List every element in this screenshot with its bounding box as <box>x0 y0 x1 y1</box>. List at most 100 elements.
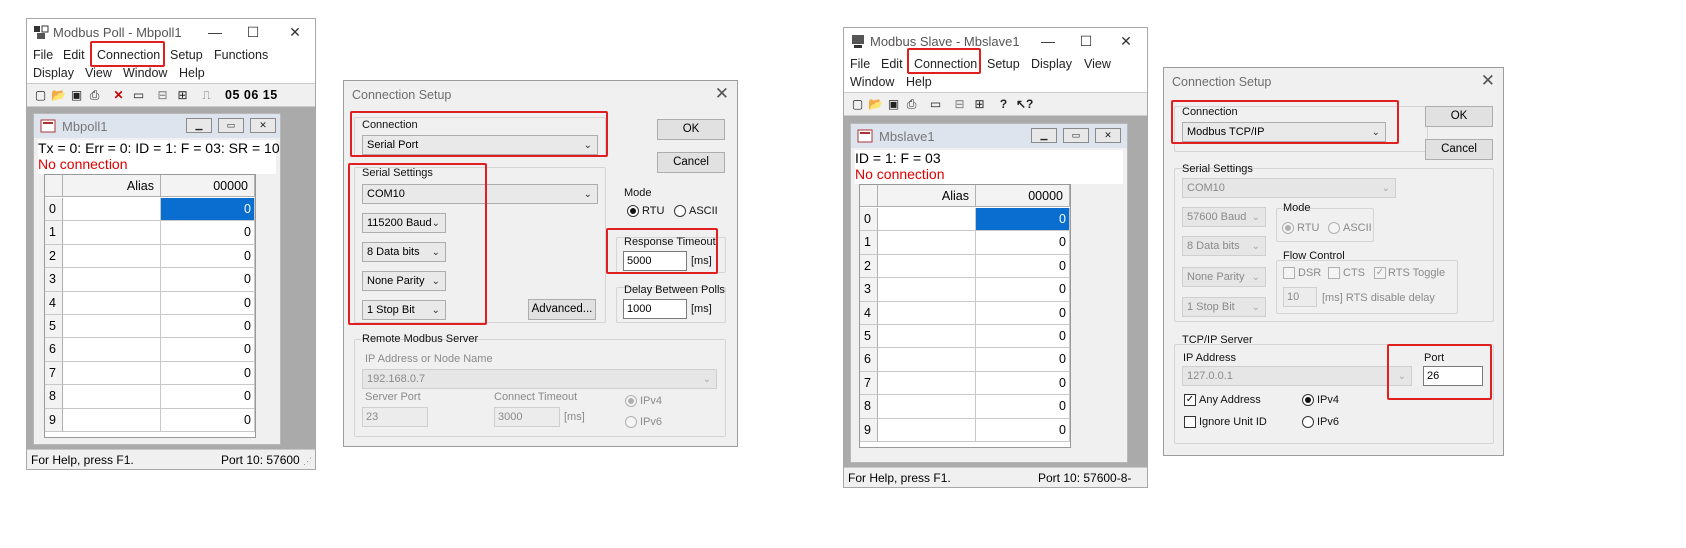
row-number[interactable]: 4 <box>45 291 63 315</box>
menu-file[interactable]: File <box>850 57 870 71</box>
alias-cell[interactable] <box>63 338 161 362</box>
open-icon[interactable]: 📂 <box>868 97 883 112</box>
register-value-cell[interactable]: 0 <box>161 315 255 339</box>
child-maximize-button[interactable]: ▭ <box>218 118 244 133</box>
alias-cell[interactable] <box>878 395 976 419</box>
register-value-cell[interactable]: 0 <box>976 254 1070 279</box>
row-number[interactable]: 9 <box>860 418 878 442</box>
address-column-header[interactable]: 00000 <box>976 185 1070 207</box>
alias-cell[interactable] <box>63 244 161 269</box>
row-number[interactable]: 4 <box>860 301 878 325</box>
help-icon[interactable]: ? <box>996 97 1011 112</box>
register-value-cell[interactable]: 0 <box>161 198 255 222</box>
row-number[interactable]: 1 <box>860 231 878 255</box>
menu-help[interactable]: Help <box>179 66 205 80</box>
child-close-button[interactable]: ✕ <box>1095 128 1121 143</box>
row-number[interactable]: 2 <box>45 244 63 269</box>
child-close-button[interactable]: ✕ <box>250 118 276 133</box>
menu-setup[interactable]: Setup <box>987 57 1020 71</box>
row-number[interactable]: 6 <box>860 348 878 372</box>
network-icon[interactable]: ⊟ <box>952 97 967 112</box>
minimize-button[interactable]: — <box>203 22 227 42</box>
alias-column-header[interactable]: Alias <box>878 185 976 207</box>
disconnect-icon[interactable]: ✕ <box>111 88 126 103</box>
resize-grip-icon[interactable]: ⋰ <box>303 456 312 467</box>
row-number[interactable]: 6 <box>45 338 63 362</box>
any-address-checkbox[interactable]: ✓ <box>1184 394 1196 406</box>
menu-view[interactable]: View <box>1084 57 1111 71</box>
register-value-cell[interactable]: 0 <box>976 395 1070 419</box>
ipv6-radio[interactable] <box>1302 416 1314 428</box>
menu-edit[interactable]: Edit <box>63 48 85 62</box>
save-icon[interactable]: ▣ <box>886 97 901 112</box>
register-value-cell[interactable]: 0 <box>976 325 1070 349</box>
menu-file[interactable]: File <box>33 48 53 62</box>
alias-cell[interactable] <box>878 418 976 442</box>
alias-cell[interactable] <box>63 268 161 292</box>
row-number[interactable]: 7 <box>860 371 878 396</box>
register-value-cell[interactable]: 0 <box>976 348 1070 372</box>
window-icon[interactable]: ▭ <box>928 97 943 112</box>
alias-cell[interactable] <box>63 198 161 222</box>
ipv4-radio[interactable] <box>1302 394 1314 406</box>
maximize-button[interactable]: ☐ <box>241 22 265 42</box>
pulse-icon[interactable]: ⎍ <box>199 88 214 103</box>
register-value-cell[interactable]: 0 <box>161 338 255 362</box>
print-icon[interactable]: ⎙ <box>87 88 102 103</box>
register-value-cell[interactable]: 0 <box>976 208 1070 232</box>
alias-cell[interactable] <box>878 254 976 279</box>
row-number[interactable]: 5 <box>860 325 878 349</box>
menu-view[interactable]: View <box>85 66 112 80</box>
ascii-radio[interactable] <box>674 205 686 217</box>
row-number[interactable]: 7 <box>45 361 63 386</box>
register-value-cell[interactable]: 0 <box>976 278 1070 302</box>
register-value-cell[interactable]: 0 <box>976 231 1070 255</box>
printer-icon[interactable]: ⊞ <box>175 88 190 103</box>
rtu-radio[interactable] <box>627 205 639 217</box>
alias-cell[interactable] <box>878 348 976 372</box>
register-value-cell[interactable]: 0 <box>161 221 255 245</box>
context-help-icon[interactable]: ↖? <box>1016 97 1033 112</box>
dialog-close-icon[interactable]: ✕ <box>1481 71 1495 91</box>
alias-cell[interactable] <box>63 221 161 245</box>
menu-help[interactable]: Help <box>906 75 932 89</box>
open-icon[interactable]: 📂 <box>51 88 66 103</box>
minimize-button[interactable]: — <box>1036 31 1060 51</box>
alias-cell[interactable] <box>63 361 161 386</box>
alias-cell[interactable] <box>878 325 976 349</box>
child-minimize-button[interactable]: ▁ <box>186 118 212 133</box>
menu-display[interactable]: Display <box>33 66 74 80</box>
row-number[interactable]: 5 <box>45 315 63 339</box>
cancel-button[interactable]: Cancel <box>657 152 725 173</box>
close-button[interactable]: ✕ <box>283 22 307 42</box>
delay-input[interactable]: 1000 <box>623 299 687 319</box>
alias-cell[interactable] <box>878 231 976 255</box>
register-value-cell[interactable]: 0 <box>976 371 1070 396</box>
close-button[interactable]: ✕ <box>1114 31 1138 51</box>
row-number[interactable]: 0 <box>860 208 878 232</box>
row-number[interactable]: 3 <box>860 278 878 302</box>
row-number[interactable]: 9 <box>45 408 63 432</box>
menu-edit[interactable]: Edit <box>881 57 903 71</box>
dialog-close-icon[interactable]: ✕ <box>715 84 729 104</box>
register-value-cell[interactable]: 0 <box>161 385 255 409</box>
window-icon[interactable]: ▭ <box>131 88 146 103</box>
child-maximize-button[interactable]: ▭ <box>1063 128 1089 143</box>
maximize-button[interactable]: ☐ <box>1074 31 1098 51</box>
alias-cell[interactable] <box>63 291 161 315</box>
row-number[interactable]: 8 <box>860 395 878 419</box>
register-value-cell[interactable]: 0 <box>976 301 1070 325</box>
alias-cell[interactable] <box>878 371 976 396</box>
register-value-cell[interactable]: 0 <box>161 361 255 386</box>
register-value-cell[interactable]: 0 <box>161 244 255 269</box>
register-value-cell[interactable]: 0 <box>976 418 1070 442</box>
row-number[interactable]: 0 <box>45 198 63 222</box>
register-value-cell[interactable]: 0 <box>161 408 255 432</box>
print-icon[interactable]: ⎙ <box>904 97 919 112</box>
alias-column-header[interactable]: Alias <box>63 175 161 197</box>
menu-window[interactable]: Window <box>123 66 167 80</box>
alias-cell[interactable] <box>878 278 976 302</box>
new-icon[interactable]: ▢ <box>850 97 865 112</box>
row-number[interactable]: 3 <box>45 268 63 292</box>
ok-button[interactable]: OK <box>657 119 725 140</box>
